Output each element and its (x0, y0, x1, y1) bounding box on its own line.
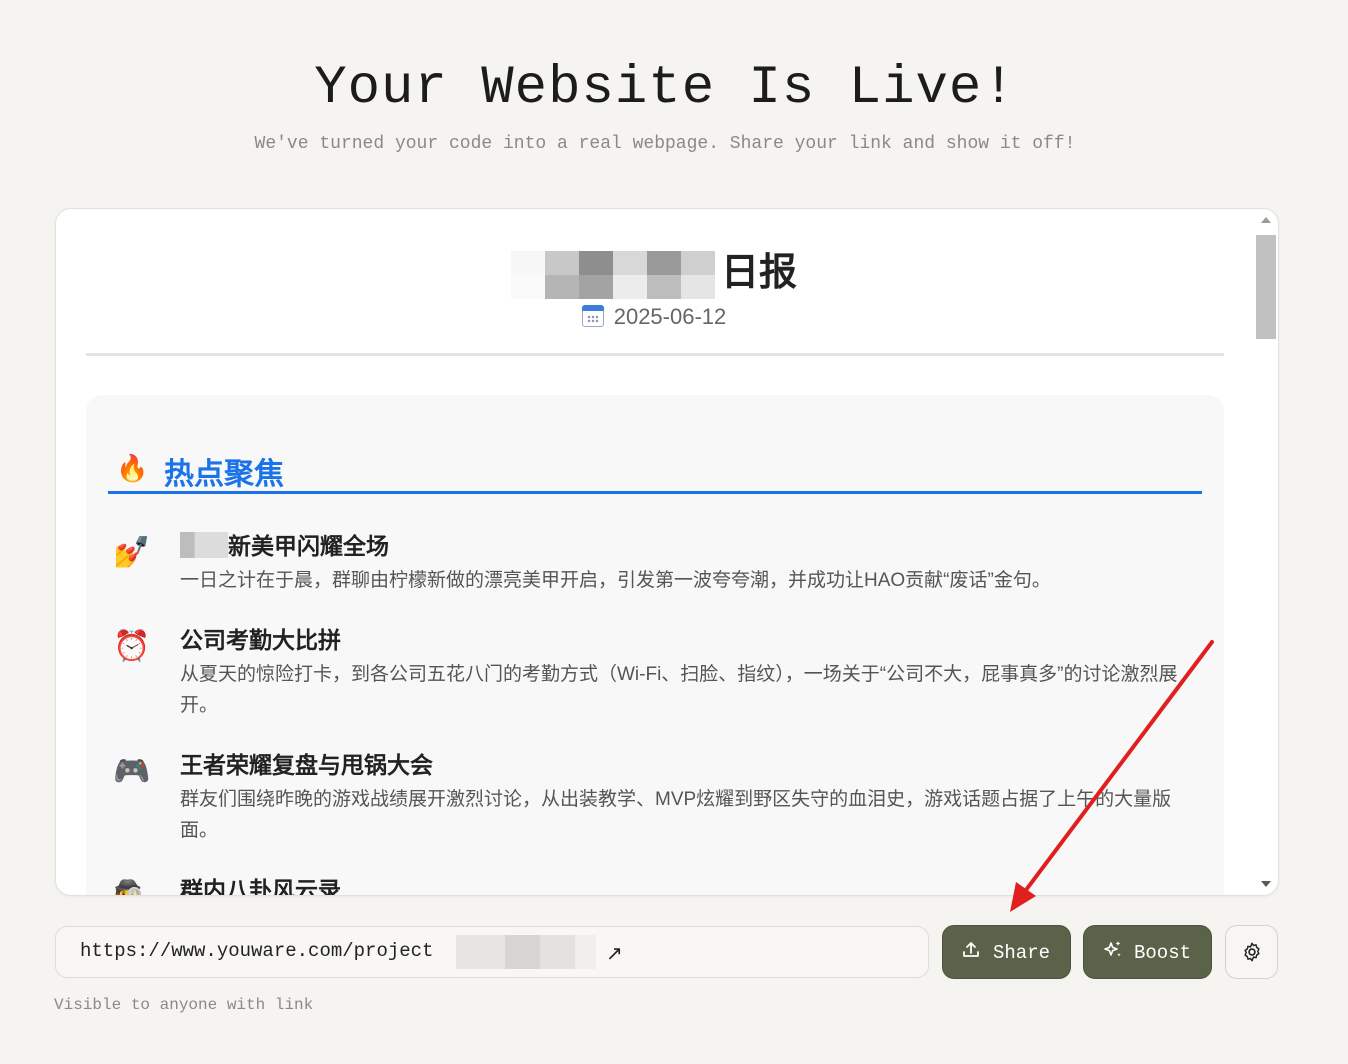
report-date-text: 2025-06-12 (613, 304, 727, 329)
redacted-url-mosaic (456, 935, 596, 969)
page-subtitle: We've turned your code into a real webpa… (254, 134, 1076, 154)
item-description: 群友们围绕昨晚的游戏战绩展开激烈讨论，从出装教学、MVP炫耀到野区失守的血泪史，… (180, 789, 1172, 841)
fire-icon: 🔥 (116, 453, 149, 483)
item-title: 公司考勤大比拼 (180, 627, 341, 653)
page-title: Your Website Is Live! (314, 58, 1016, 119)
item-description: 从夏天的惊险打卡，到各公司五花八门的考勤方式（Wi-Fi、扫脸、指纹），一场关于… (180, 664, 1178, 716)
visibility-note: Visible to anyone with link (54, 996, 314, 1014)
item-description: 一日之计在于晨，群聊由柠檬新做的漂亮美甲开启，引发第一波夸夸潮，并成功让HAO贡… (180, 570, 1051, 591)
upload-icon (961, 926, 981, 980)
nail-polish-icon: 💅 (113, 536, 151, 569)
hot-topics-section: 🔥 热点聚焦 💅 新美甲闪耀全场 一日之计在于晨，群聊由柠檬新做的漂亮美甲开启，… (86, 395, 1224, 895)
daily-report-title-text: 日报 (720, 252, 797, 294)
gear-icon (1243, 942, 1260, 962)
section-title: 热点聚焦 (164, 458, 284, 491)
report-date: 2025-06-12 (56, 304, 1252, 330)
calendar-icon (581, 305, 604, 327)
preview-content: 日报 2025-06-12 🔥 热点聚焦 💅 新美甲闪耀全场 一日之计在于晨，群… (56, 209, 1252, 895)
header-divider (86, 353, 1224, 356)
share-button-label: Share (993, 942, 1051, 964)
external-link-icon[interactable]: ↗ (606, 941, 623, 966)
item-title: 王者荣耀复盘与甩锅大会 (180, 752, 433, 778)
redacted-name-mosaic (180, 532, 228, 558)
project-url-text[interactable]: https://www.youware.com/project (80, 940, 433, 962)
preview-scrollbar[interactable] (1254, 209, 1278, 895)
boost-button-label: Boost (1134, 942, 1192, 964)
scrollbar-thumb[interactable] (1256, 235, 1276, 339)
detective-hat-icon: 🕵 (112, 877, 152, 895)
game-controller-icon: 🎮 (113, 755, 151, 788)
sparkles-icon (1102, 926, 1124, 980)
alarm-clock-icon: ⏰ (113, 630, 151, 663)
settings-button[interactable] (1225, 925, 1278, 979)
daily-report-title: 日报 (56, 241, 1252, 299)
section-header: 🔥 热点聚焦 (108, 447, 1202, 494)
scroll-up-arrow-icon[interactable] (1261, 217, 1271, 223)
scroll-down-arrow-icon[interactable] (1261, 881, 1271, 887)
share-button[interactable]: Share (942, 925, 1071, 979)
project-url-field[interactable]: https://www.youware.com/project ↗ (55, 926, 929, 978)
website-preview-frame[interactable]: 日报 2025-06-12 🔥 热点聚焦 💅 新美甲闪耀全场 一日之计在于晨，群… (55, 208, 1279, 896)
redacted-name-mosaic (510, 250, 719, 299)
item-title: 群内八卦风云录 (180, 877, 341, 895)
item-title: 新美甲闪耀全场 (180, 527, 389, 561)
boost-button[interactable]: Boost (1083, 925, 1212, 979)
